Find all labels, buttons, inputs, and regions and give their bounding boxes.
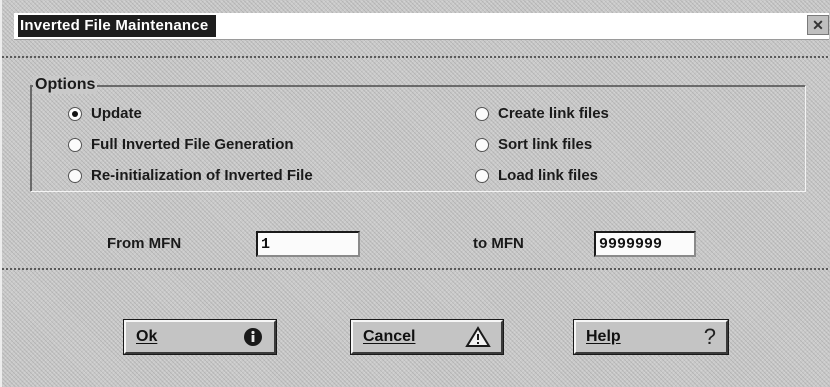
- radio-full-generation[interactable]: Full Inverted File Generation: [68, 136, 294, 153]
- help-button[interactable]: Help ?: [573, 319, 729, 355]
- radio-button[interactable]: [475, 106, 489, 121]
- info-icon: [242, 326, 264, 348]
- radio-reinitialization[interactable]: Re-initialization of Inverted File: [68, 167, 313, 184]
- dotted-separator: [2, 56, 830, 58]
- ok-button[interactable]: Ok: [123, 319, 277, 355]
- help-button-label: Help: [586, 328, 621, 345]
- close-icon: ✕: [812, 17, 824, 33]
- options-legend: Options: [33, 76, 98, 94]
- from-mfn-input[interactable]: [256, 231, 360, 257]
- question-mark-icon: ?: [703, 324, 716, 349]
- window-title: Inverted File Maintenance: [18, 15, 217, 37]
- radio-button[interactable]: [68, 168, 82, 183]
- radio-label: Create link files: [498, 105, 609, 122]
- radio-button[interactable]: [68, 137, 82, 152]
- to-mfn-label: to MFN: [473, 235, 524, 252]
- radio-button[interactable]: [475, 168, 489, 183]
- radio-label: Sort link files: [498, 136, 593, 153]
- radio-sort-link-files[interactable]: Sort link files: [475, 136, 592, 153]
- warning-triangle-icon: [465, 326, 491, 348]
- to-mfn-input[interactable]: [594, 231, 696, 257]
- title-bar[interactable]: Inverted File Maintenance ✕: [14, 13, 829, 40]
- dialog-window: Inverted File Maintenance ✕ Options Upda…: [0, 0, 830, 387]
- dotted-separator: [2, 268, 830, 270]
- radio-create-link-files[interactable]: Create link files: [475, 105, 609, 122]
- radio-load-link-files[interactable]: Load link files: [475, 167, 598, 184]
- radio-label: Load link files: [498, 167, 599, 184]
- from-mfn-label: From MFN: [107, 235, 182, 252]
- cancel-button-label: Cancel: [363, 328, 416, 345]
- radio-label: Update: [91, 105, 142, 122]
- ok-button-label: Ok: [136, 328, 158, 345]
- radio-label: Re-initialization of Inverted File: [91, 167, 313, 184]
- cancel-button[interactable]: Cancel: [350, 319, 504, 355]
- close-button[interactable]: ✕: [807, 15, 829, 35]
- radio-button-checked[interactable]: [68, 106, 82, 121]
- radio-button[interactable]: [475, 137, 489, 152]
- radio-label: Full Inverted File Generation: [91, 136, 294, 153]
- radio-update[interactable]: Update: [68, 105, 142, 122]
